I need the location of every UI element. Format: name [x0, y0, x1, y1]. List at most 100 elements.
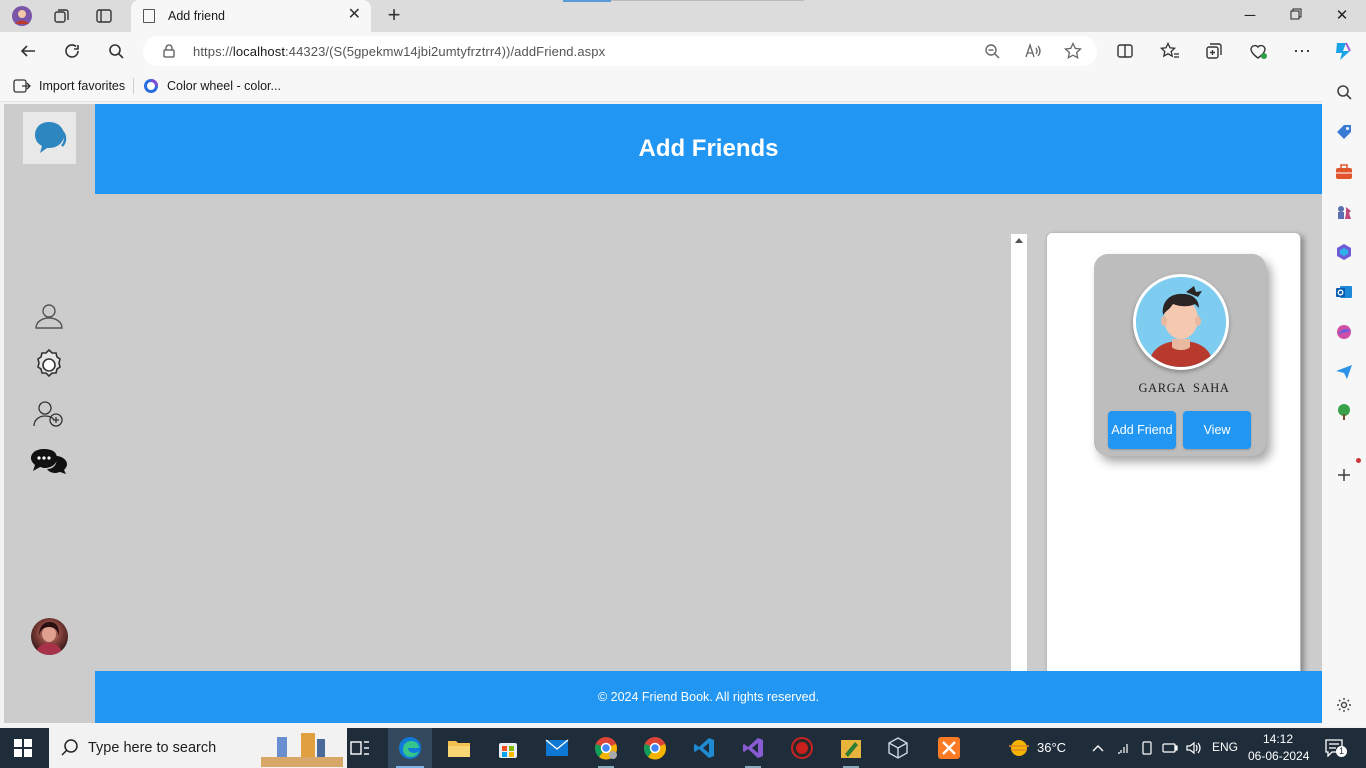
- left-navigation: [4, 104, 95, 723]
- browser-essentials-icon[interactable]: [1246, 39, 1270, 63]
- browser-tab-active[interactable]: Add friend ✕: [131, 0, 371, 32]
- task-view-icon[interactable]: [338, 728, 382, 768]
- favorite-star-icon[interactable]: [1063, 41, 1083, 61]
- footer-copyright: © 2024 Friend Book. All rights reserved.: [597, 690, 820, 704]
- add-friend-icon[interactable]: [28, 396, 70, 432]
- show-hidden-icons-icon[interactable]: [1090, 740, 1106, 756]
- favorites-icon[interactable]: [1158, 39, 1182, 63]
- page-footer: © 2024 Friend Book. All rights reserved.: [95, 671, 1322, 723]
- profile-icon[interactable]: [28, 298, 70, 334]
- paint-tools-icon[interactable]: [829, 728, 873, 768]
- tab-actions-icon[interactable]: [92, 4, 116, 28]
- user-avatar[interactable]: [31, 618, 68, 655]
- url-text: https://localhost:44323/(S(5gpekmw14jbi2…: [193, 44, 605, 59]
- tree-icon[interactable]: [1334, 402, 1354, 422]
- chat-bubble-logo-icon: [34, 122, 66, 153]
- tools-icon[interactable]: [1334, 162, 1354, 182]
- app-logo[interactable]: [23, 112, 76, 164]
- add-sidebar-app-icon[interactable]: [1334, 458, 1361, 485]
- file-explorer-icon[interactable]: [437, 728, 481, 768]
- browser-toolbar: https://localhost:44323/(S(5gpekmw14jbi2…: [0, 32, 1366, 70]
- weather-temperature[interactable]: 36°C: [1037, 740, 1066, 755]
- split-screen-icon[interactable]: [1113, 39, 1137, 63]
- xampp-icon[interactable]: [927, 728, 971, 768]
- chrome-profile-icon[interactable]: [584, 728, 628, 768]
- add-friend-button[interactable]: Add Friend: [1108, 411, 1176, 449]
- close-tab-icon[interactable]: ✕: [348, 7, 361, 23]
- url-host: localhost: [232, 44, 286, 59]
- page-viewport: Add Friends GARGA SAHA Add Friend View ©…: [4, 104, 1322, 723]
- address-bar[interactable]: https://localhost:44323/(S(5gpekmw14jbi2…: [143, 36, 1097, 66]
- outlook-icon[interactable]: [1334, 282, 1354, 302]
- color-wheel-label: Color wheel - color...: [167, 79, 281, 93]
- send-icon[interactable]: [1334, 362, 1354, 382]
- friend-card: GARGA SAHA Add Friend View: [1094, 254, 1266, 456]
- color-wheel-favicon: [144, 79, 158, 93]
- scroll-up-arrow-icon[interactable]: [1015, 238, 1023, 243]
- minimize-button[interactable]: ─: [1240, 6, 1260, 26]
- edge-sidebar: [1322, 70, 1366, 726]
- person-avatar-icon: [1136, 277, 1226, 367]
- view-friend-button[interactable]: View: [1183, 411, 1251, 449]
- friend-name: GARGA SAHA: [1138, 381, 1230, 395]
- clock-date[interactable]: 06-06-2024: [1248, 749, 1309, 763]
- vscode-icon[interactable]: [682, 728, 726, 768]
- chrome-icon[interactable]: [633, 728, 677, 768]
- taskbar-search-box[interactable]: Type here to search: [49, 728, 347, 768]
- sidebar-search-icon[interactable]: [1334, 82, 1354, 102]
- copilot-icon[interactable]: [1331, 39, 1355, 63]
- read-aloud-icon[interactable]: [1023, 41, 1043, 61]
- tab-title: Add friend: [168, 9, 225, 23]
- sidebar-settings-icon[interactable]: [1334, 695, 1354, 715]
- close-window-button[interactable]: ✕: [1332, 6, 1352, 26]
- page-title: Add Friends: [638, 135, 779, 162]
- windows-taskbar: Type here to search 36°C ENG 14:12 06-06…: [0, 728, 1366, 768]
- browser-tab-strip: Add friend ✕ + ─ ✕: [0, 0, 1366, 32]
- friend-list-panel: GARGA SAHA Add Friend View: [1046, 232, 1301, 682]
- lock-icon[interactable]: [163, 44, 175, 58]
- edge-taskbar-icon[interactable]: [388, 728, 432, 768]
- volume-icon[interactable]: [1186, 740, 1202, 756]
- designer-icon[interactable]: [1334, 322, 1354, 342]
- loading-track: [611, 0, 804, 1]
- visual-studio-icon[interactable]: [731, 728, 775, 768]
- microsoft-365-icon[interactable]: [1334, 242, 1354, 262]
- weather-icon[interactable]: [1006, 738, 1032, 758]
- favorites-bar: Import favorites Color wheel - color...: [0, 70, 1366, 102]
- input-language[interactable]: ENG: [1212, 740, 1238, 754]
- taskbar-search-placeholder: Type here to search: [88, 740, 217, 756]
- device-icon[interactable]: [1139, 740, 1155, 756]
- favorites-separator: [133, 78, 134, 94]
- workspaces-icon[interactable]: [50, 4, 74, 28]
- mail-icon[interactable]: [535, 728, 579, 768]
- friend-photo: [1133, 274, 1229, 370]
- scrollbar[interactable]: [1011, 234, 1027, 671]
- import-favorites-label: Import favorites: [39, 79, 126, 93]
- back-button[interactable]: [16, 39, 40, 63]
- color-wheel-link[interactable]: Color wheel - color...: [143, 78, 281, 94]
- import-favorites-link[interactable]: Import favorites: [13, 78, 125, 94]
- microsoft-store-icon[interactable]: [486, 728, 530, 768]
- url-scheme: https://: [193, 44, 233, 59]
- new-tab-button[interactable]: +: [382, 4, 406, 28]
- settings-icon[interactable]: [28, 347, 70, 383]
- page-favicon-icon: [143, 9, 155, 23]
- taskbar-search-icon: [61, 739, 78, 756]
- games-icon[interactable]: [1334, 202, 1354, 222]
- recorder-icon[interactable]: [780, 728, 824, 768]
- chat-icon[interactable]: [28, 443, 70, 479]
- shopping-tag-icon[interactable]: [1334, 122, 1354, 142]
- windows-start-icon[interactable]: [14, 739, 32, 757]
- restore-button[interactable]: [1286, 6, 1306, 26]
- clock-time[interactable]: 14:12: [1263, 732, 1293, 746]
- collections-icon[interactable]: [1202, 39, 1226, 63]
- search-icon[interactable]: [104, 39, 128, 63]
- zoom-out-icon[interactable]: [982, 41, 1002, 61]
- network-icon[interactable]: [1116, 740, 1132, 756]
- refresh-button[interactable]: [60, 39, 84, 63]
- virtualbox-icon[interactable]: [876, 728, 920, 768]
- notifications-icon[interactable]: 1: [1324, 739, 1347, 757]
- battery-icon[interactable]: [1162, 740, 1178, 756]
- more-options-icon[interactable]: ⋯: [1290, 39, 1314, 63]
- profile-avatar-icon[interactable]: [10, 4, 34, 28]
